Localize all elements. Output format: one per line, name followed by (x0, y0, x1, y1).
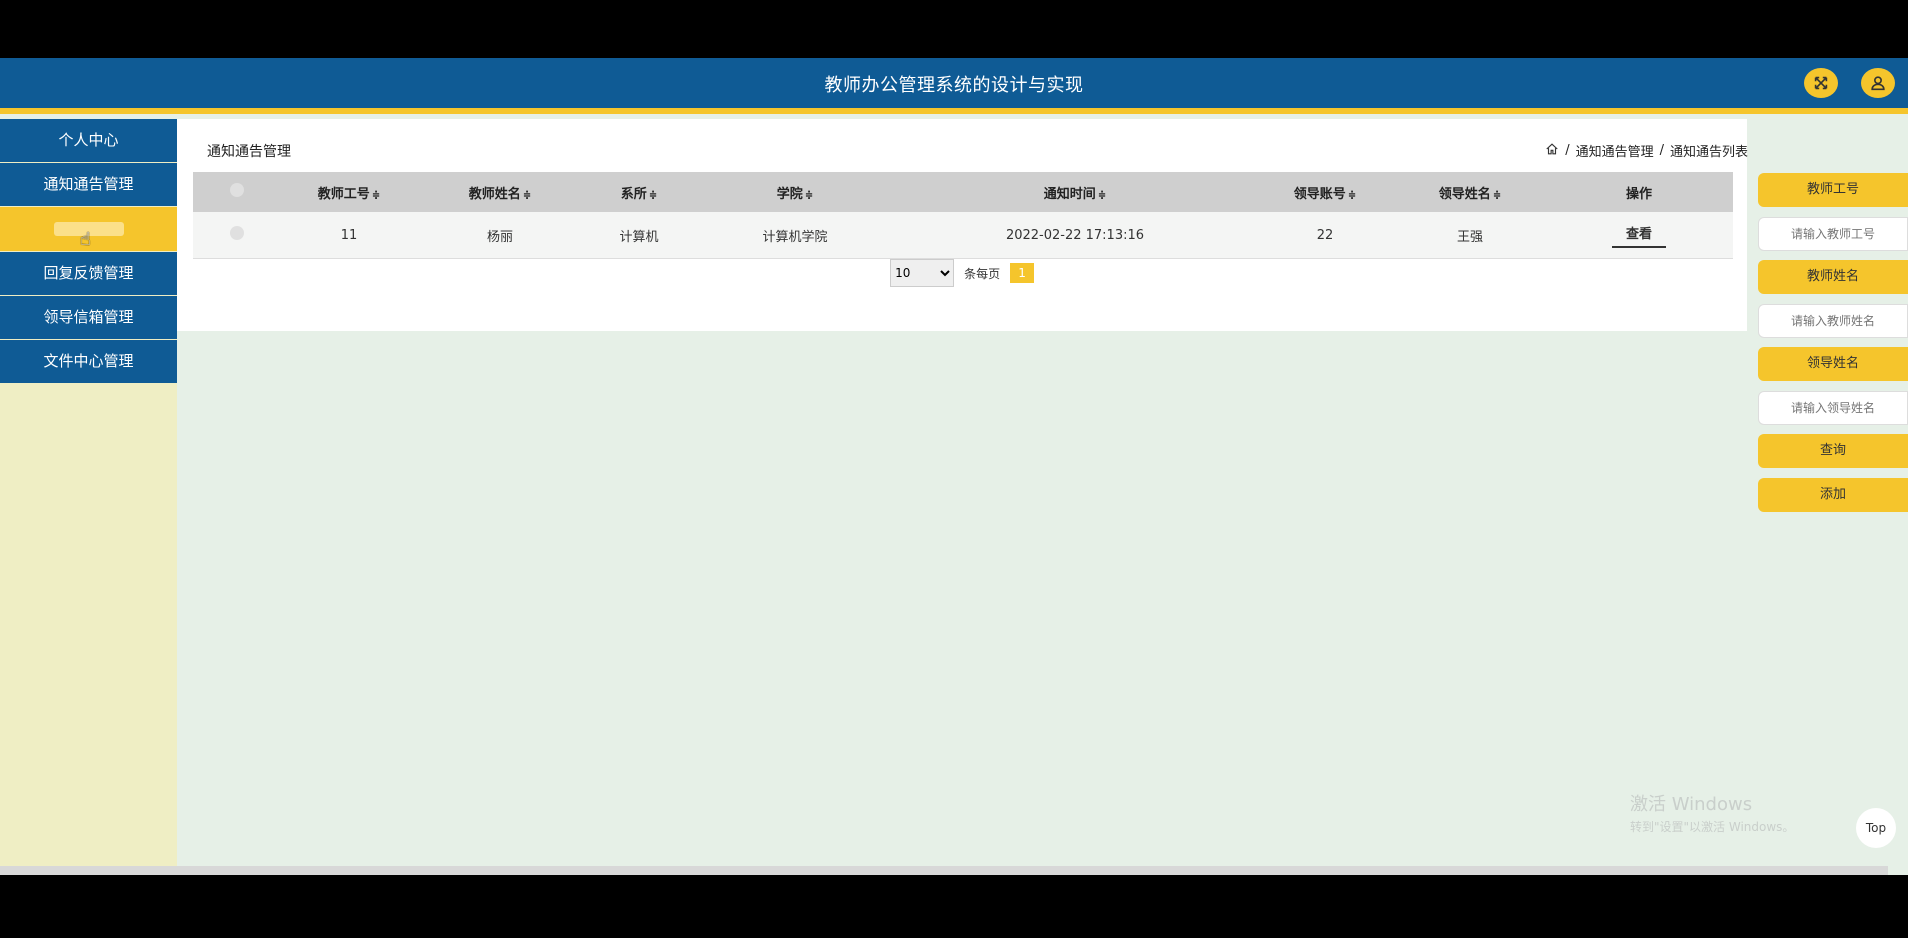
cell-teacher-name: 杨丽 (486, 229, 513, 245)
search-panel: 教师工号 教师姓名 领导姓名 查询 添加 (1758, 173, 1908, 522)
sort-icon[interactable]: ≑ (1098, 190, 1106, 201)
sort-icon[interactable]: ≑ (649, 190, 657, 201)
sidebar-item-personal-center[interactable]: 个人中心 (0, 119, 177, 162)
sort-icon[interactable]: ≑ (372, 190, 380, 201)
leader-name-input[interactable] (1758, 391, 1908, 425)
teacher-name-label-button: 教师姓名 (1758, 260, 1908, 294)
sort-icon[interactable]: ≑ (1348, 190, 1356, 201)
sidebar-item-feedback-management[interactable]: 回复反馈管理 (0, 252, 177, 295)
cell-college: 计算机学院 (762, 229, 828, 245)
column-header-leader-name[interactable]: 领导姓名 ≑ (1395, 183, 1545, 202)
app-title: 教师办公管理系统的设计与实现 (824, 75, 1084, 96)
windows-activation-watermark: 激活 Windows 转到"设置"以激活 Windows。 (1630, 794, 1794, 838)
page-number-button[interactable]: 1 (1010, 263, 1034, 283)
back-to-top-button[interactable]: Top (1856, 808, 1896, 848)
query-button[interactable]: 查询 (1758, 434, 1908, 468)
horizontal-scrollbar[interactable] (0, 866, 1888, 875)
user-icon[interactable] (1861, 68, 1895, 98)
teacher-name-input[interactable] (1758, 304, 1908, 338)
main-content: 通知通告管理 / 通知通告管理 / 通知通告列表 教师工号 ≑ 教师姓名 ≑ 系所 ≑… (177, 119, 1748, 331)
select-all-checkbox[interactable] (230, 183, 244, 197)
app-window: 教师办公管理系统的设计与实现 个人中心 通知通告管理 回复反馈管理 领导信箱管理… (0, 58, 1908, 875)
column-header-leader-account[interactable]: 领导账号 ≑ (1255, 183, 1395, 202)
sidebar-item-notice-management[interactable]: 通知通告管理 (0, 163, 177, 206)
breadcrumb-separator: / (1565, 143, 1570, 158)
cell-leader-name: 王强 (1456, 229, 1483, 245)
home-icon[interactable] (1545, 142, 1559, 160)
watermark-line1: 激活 Windows (1630, 794, 1753, 815)
sort-icon[interactable]: ≑ (1493, 190, 1501, 201)
cell-dept: 计算机 (619, 229, 659, 245)
expand-icon[interactable] (1804, 68, 1838, 98)
top-header: 教师办公管理系统的设计与实现 (0, 58, 1908, 114)
view-button[interactable]: 查看 (1611, 223, 1666, 248)
sidebar-item-file-center[interactable]: 文件中心管理 (0, 340, 177, 383)
row-checkbox[interactable] (230, 226, 244, 240)
breadcrumb-level2: 通知通告列表 (1669, 145, 1748, 160)
teacher-id-label-button: 教师工号 (1758, 173, 1908, 207)
leader-name-label-button: 领导姓名 (1758, 347, 1908, 381)
table-header: 教师工号 ≑ 教师姓名 ≑ 系所 ≑ 学院 ≑ 通知时间 ≑ 领导账号 ≑ 领导姓名 ≑ 操作 (193, 172, 1733, 212)
page-size-select[interactable]: 10 (890, 259, 955, 287)
column-header-teacher-name[interactable]: 教师姓名 ≑ (417, 183, 583, 202)
table-row: 11 杨丽 计算机 计算机学院 2022-02-22 17:13:16 22 王… (193, 212, 1733, 259)
breadcrumb-level1[interactable]: 通知通告管理 (1576, 141, 1654, 160)
column-header-dept[interactable]: 系所 ≑ (583, 183, 695, 202)
sort-icon[interactable]: ≑ (805, 190, 813, 201)
cell-time: 2022-02-22 17:13:16 (1005, 227, 1145, 243)
teacher-id-input[interactable] (1758, 217, 1908, 251)
breadcrumb: / 通知通告管理 / 通知通告列表 (1545, 141, 1748, 160)
watermark-line2: 转到"设置"以激活 Windows。 (1630, 820, 1795, 834)
page-title: 通知通告管理 (207, 144, 291, 160)
hand-cursor-icon: ☝ (80, 229, 91, 250)
breadcrumb-separator: / (1659, 143, 1664, 158)
column-header-action: 操作 (1625, 186, 1652, 202)
cell-leader-account: 22 (1316, 227, 1334, 243)
cell-teacher-id: 11 (340, 227, 358, 243)
add-button[interactable]: 添加 (1758, 478, 1908, 512)
per-page-label: 条每页 (964, 266, 1001, 281)
column-header-time[interactable]: 通知时间 ≑ (895, 183, 1255, 202)
sort-icon[interactable]: ≑ (523, 190, 531, 201)
column-header-teacher-id[interactable]: 教师工号 ≑ (281, 183, 417, 202)
sidebar-item-leader-mailbox[interactable]: 领导信箱管理 (0, 296, 177, 339)
pagination: 10 条每页 1 (177, 259, 1747, 287)
notice-table: 教师工号 ≑ 教师姓名 ≑ 系所 ≑ 学院 ≑ 通知时间 ≑ 领导账号 ≑ 领导姓名 ≑ 操作… (193, 172, 1733, 259)
column-header-college[interactable]: 学院 ≑ (695, 183, 895, 202)
